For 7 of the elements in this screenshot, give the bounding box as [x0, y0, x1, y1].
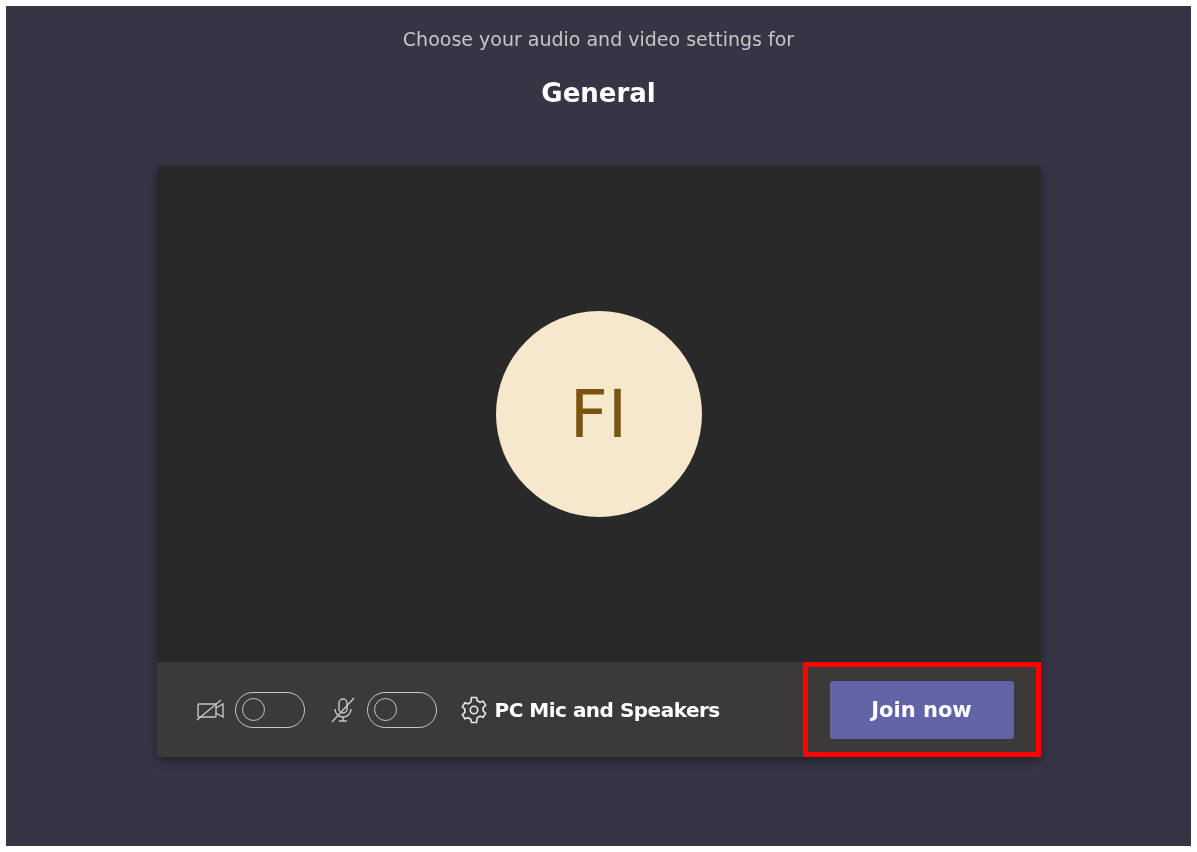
- join-button[interactable]: Join now: [829, 680, 1014, 739]
- audio-device-label[interactable]: PC Mic and Speakers: [494, 697, 720, 722]
- avatar: FI: [495, 311, 702, 517]
- camera-off-icon: [194, 697, 227, 722]
- settings-icon[interactable]: [458, 694, 489, 725]
- subtitle: Choose your audio and video settings for: [402, 28, 795, 50]
- channel-title: General: [541, 78, 656, 108]
